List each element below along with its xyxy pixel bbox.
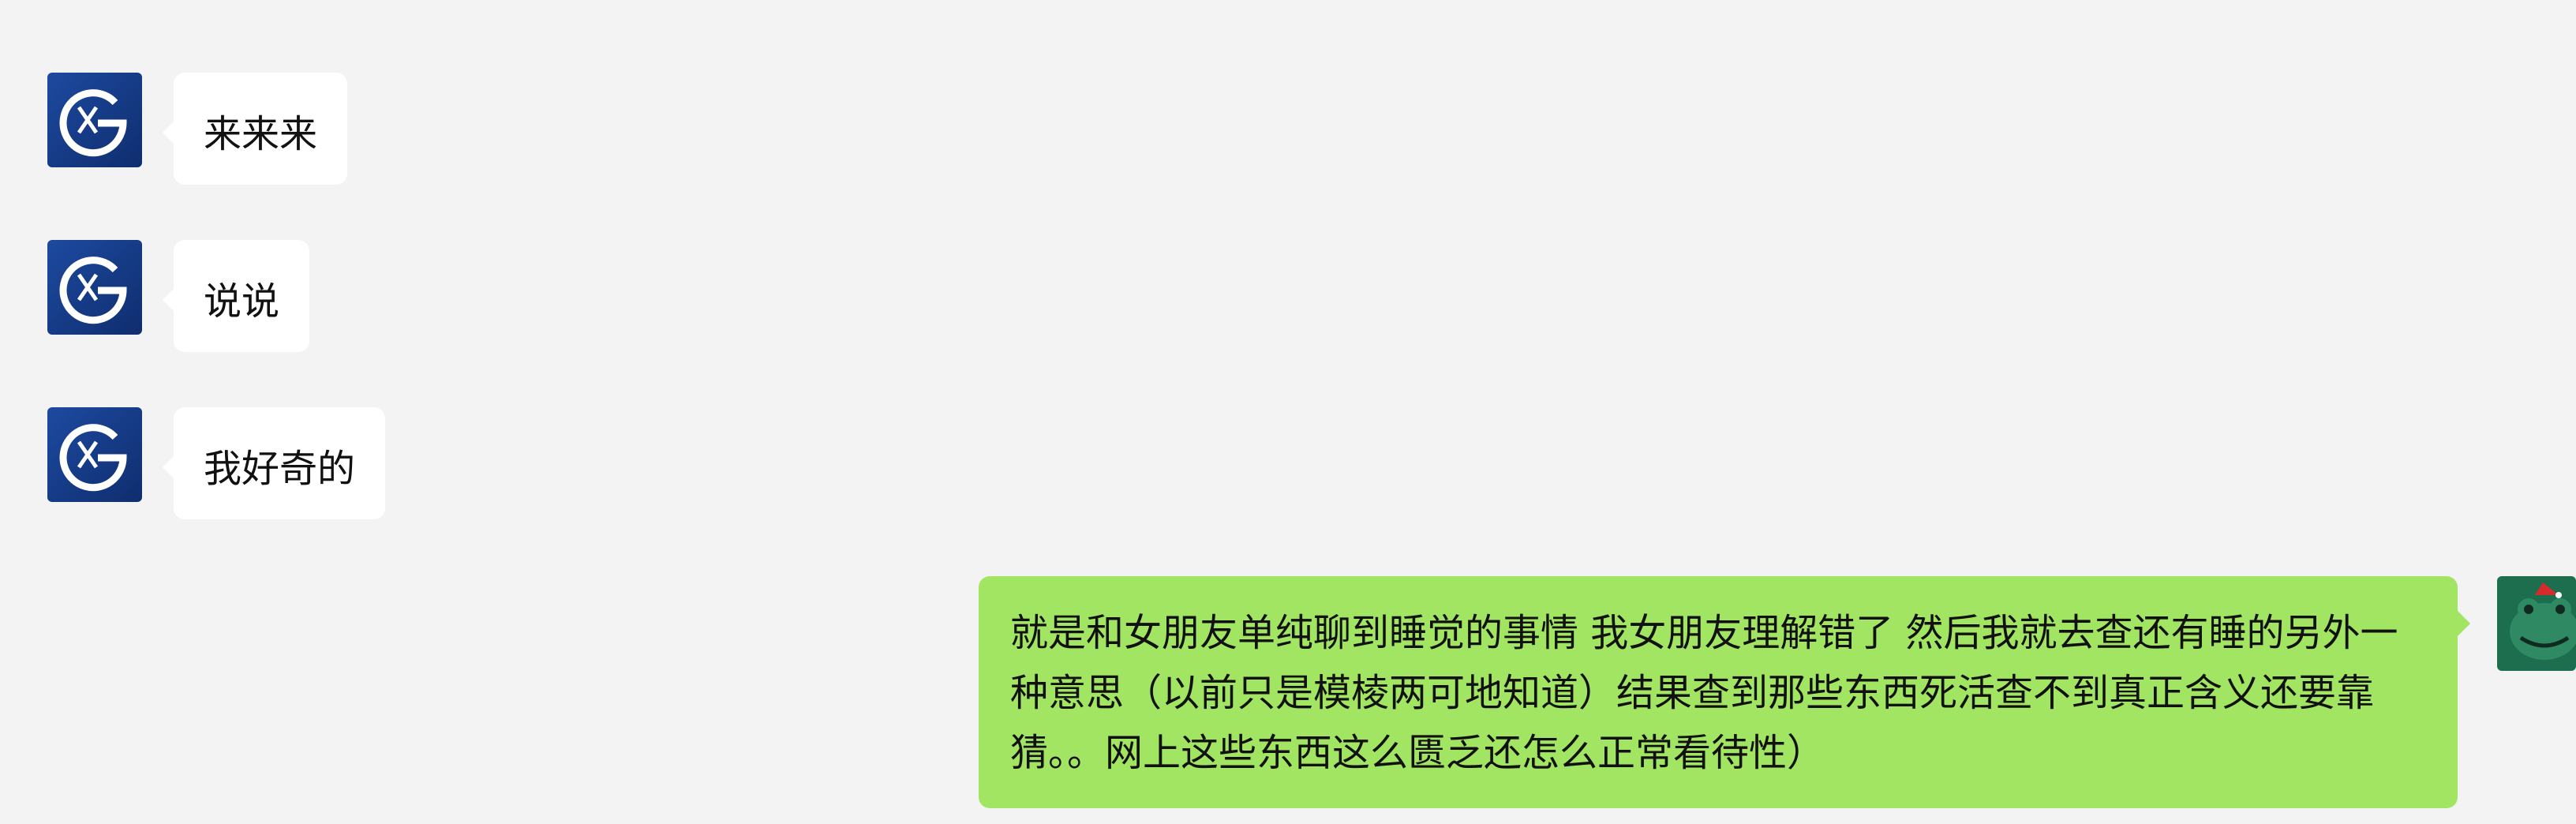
message-text: 来来来 <box>204 112 318 156</box>
sender-avatar[interactable] <box>47 407 142 502</box>
xg-logo-icon <box>47 407 142 502</box>
frog-avatar-icon <box>2497 576 2576 671</box>
incoming-message-bubble[interactable]: 我好奇的 <box>162 407 386 519</box>
sender-avatar[interactable] <box>47 240 142 335</box>
message-text: 就是和女朋友单纯聊到睡觉的事情 我女朋友理解错了 然后我就去查还有睡的另外一种意… <box>1010 611 2398 775</box>
message-text: 我好奇的 <box>204 447 356 491</box>
message-text: 说说 <box>204 279 280 324</box>
incoming-message-bubble[interactable]: 来来来 <box>162 73 348 185</box>
outgoing-message-bubble[interactable]: 就是和女朋友单纯聊到睡觉的事情 我女朋友理解错了 然后我就去查还有睡的另外一种意… <box>979 576 2470 808</box>
xg-logo-icon <box>47 240 142 335</box>
incoming-message-bubble[interactable]: 说说 <box>162 240 310 352</box>
own-avatar[interactable] <box>2497 576 2576 671</box>
xg-logo-icon <box>47 73 142 167</box>
sender-avatar[interactable] <box>47 73 142 167</box>
